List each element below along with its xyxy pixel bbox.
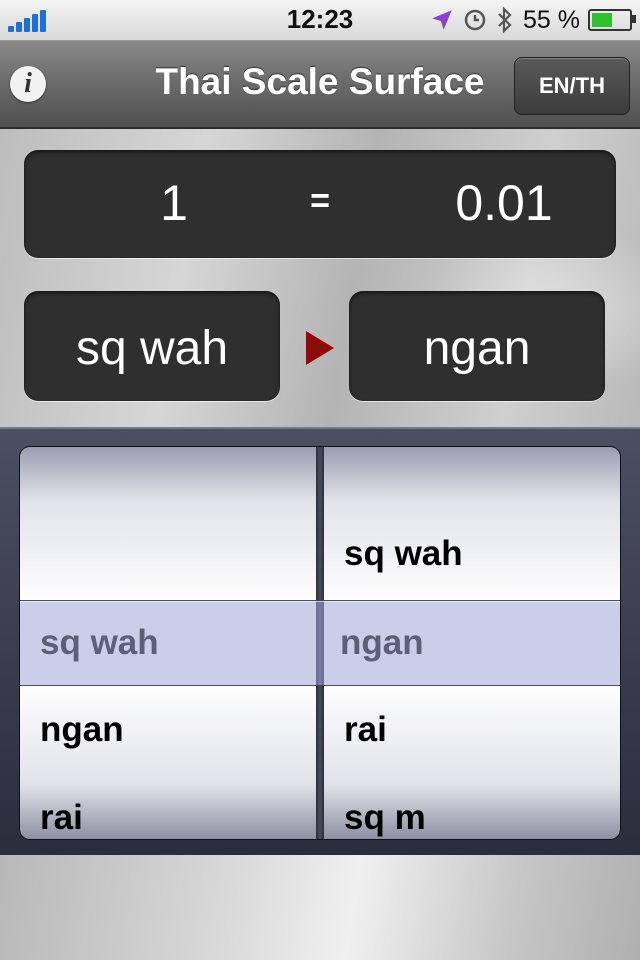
picker-selection-bar: sq wah ngan (20, 600, 620, 686)
battery-fill (592, 13, 612, 27)
status-right-group: 55 % (429, 4, 636, 36)
to-unit-display[interactable]: ngan (349, 291, 605, 401)
language-toggle-button[interactable]: EN/TH (514, 57, 630, 115)
output-value: 0.01 (455, 175, 553, 231)
battery-percentage: 55 % (523, 5, 580, 34)
from-unit-display[interactable]: sq wah (24, 291, 280, 401)
alarm-clock-icon (464, 9, 486, 31)
bottom-panel (0, 855, 640, 960)
picker-row[interactable]: ngan (40, 710, 124, 750)
location-arrow-icon (432, 10, 452, 30)
unit-picker-area: ngan rai sq wah rai sq m sq wah ngan (0, 429, 640, 855)
picker-row[interactable]: sq wah (344, 534, 463, 574)
status-bar: 12:23 55 % (0, 0, 640, 41)
result-display: 1 = 0.01 (24, 150, 616, 258)
to-unit-label: ngan (423, 322, 531, 375)
unit-picker[interactable]: ngan rai sq wah rai sq m sq wah ngan (20, 447, 620, 839)
nav-bar: i Thai Scale Surface EN/TH (0, 41, 640, 129)
picker-row[interactable]: rai (344, 710, 387, 750)
info-icon[interactable]: i (10, 66, 46, 102)
equals-sign: = (310, 182, 330, 220)
selected-from-unit: sq wah (40, 623, 159, 662)
battery-icon (588, 9, 636, 31)
page-title: Thai Scale Surface (155, 61, 485, 102)
play-arrow-icon (306, 331, 334, 365)
bluetooth-icon (498, 6, 512, 34)
input-value[interactable]: 1 (114, 174, 234, 232)
selected-to-unit: ngan (340, 623, 424, 662)
conversion-panel: 1 = 0.01 sq wah ngan (0, 129, 640, 429)
picker-row[interactable]: sq m (344, 798, 426, 838)
picker-row[interactable]: rai (40, 798, 83, 838)
from-unit-label: sq wah (75, 322, 229, 375)
